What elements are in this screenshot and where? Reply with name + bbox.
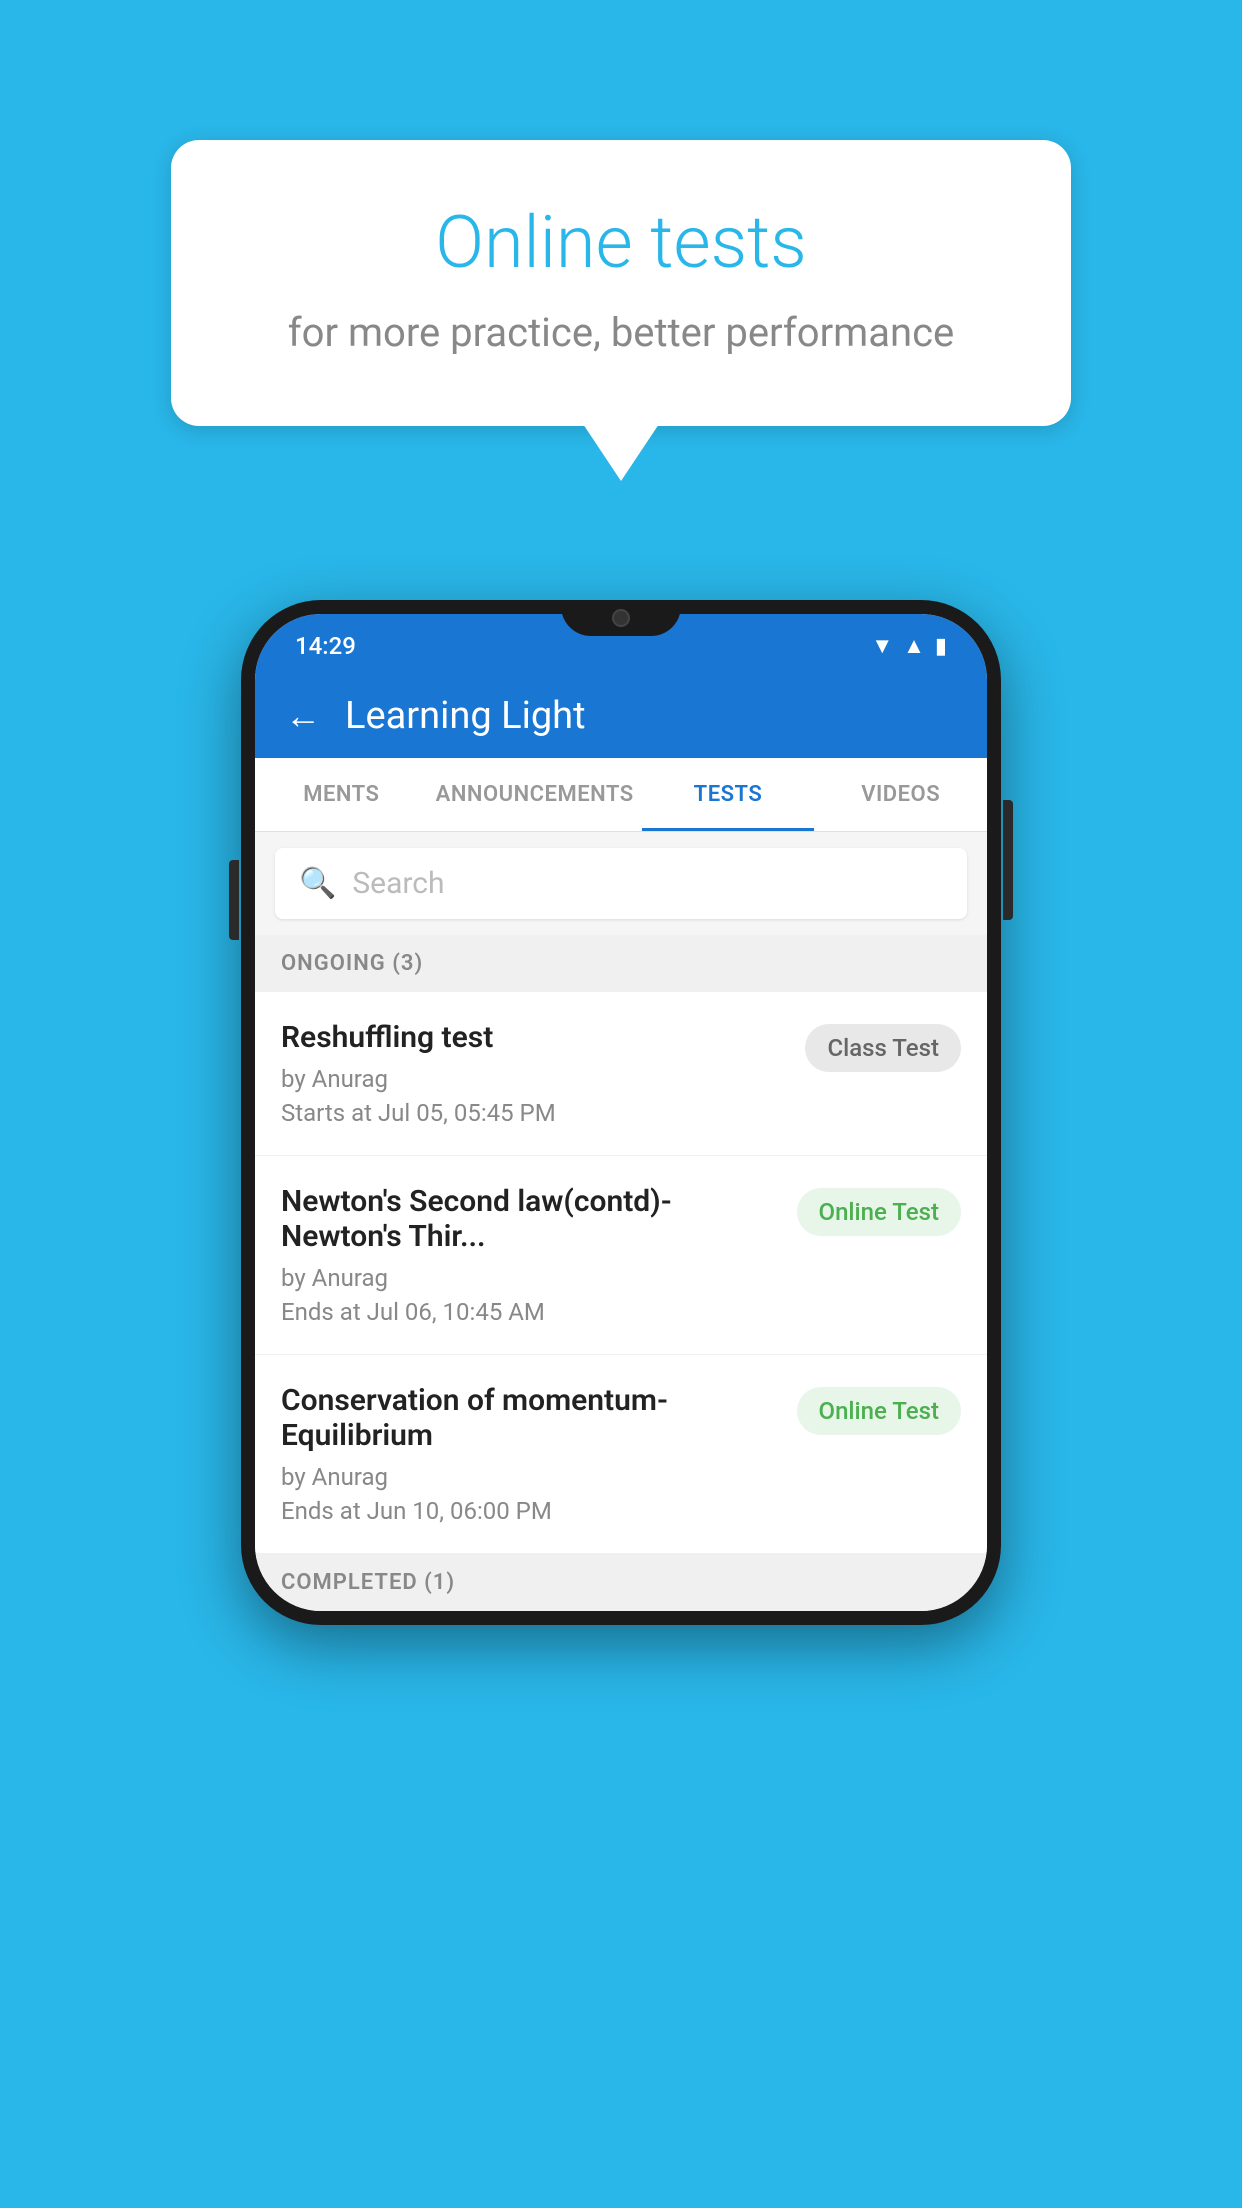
search-container: 🔍 Search	[255, 832, 987, 935]
search-icon: 🔍	[299, 866, 336, 901]
test-author-2: by Anurag	[281, 1264, 777, 1292]
signal-icon: ▲	[903, 633, 925, 659]
status-time: 14:29	[295, 632, 356, 660]
phone-notch	[561, 600, 681, 636]
test-info-2: Newton's Second law(contd)-Newton's Thir…	[281, 1184, 797, 1326]
test-badge-3: Online Test	[797, 1387, 961, 1435]
speech-bubble: Online tests for more practice, better p…	[171, 140, 1071, 426]
completed-section-header: COMPLETED (1)	[255, 1554, 987, 1611]
test-date-2: Ends at Jul 06, 10:45 AM	[281, 1298, 777, 1326]
test-date-3: Ends at Jun 10, 06:00 PM	[281, 1497, 777, 1525]
search-bar[interactable]: 🔍 Search	[275, 848, 967, 919]
test-info-1: Reshuffling test by Anurag Starts at Jul…	[281, 1020, 805, 1127]
search-placeholder: Search	[352, 866, 444, 901]
phone-screen: 14:29 ▼ ▲ ▮ ← Learning Light MENTS ANNOU…	[255, 614, 987, 1611]
test-date-1: Starts at Jul 05, 05:45 PM	[281, 1099, 785, 1127]
test-item-3[interactable]: Conservation of momentum-Equilibrium by …	[255, 1355, 987, 1554]
phone-wrapper: 14:29 ▼ ▲ ▮ ← Learning Light MENTS ANNOU…	[241, 600, 1001, 1625]
ongoing-section-label: ONGOING (3)	[281, 951, 423, 976]
completed-section-label: COMPLETED (1)	[281, 1570, 455, 1595]
phone-frame: 14:29 ▼ ▲ ▮ ← Learning Light MENTS ANNOU…	[241, 600, 1001, 1625]
battery-icon: ▮	[935, 634, 947, 659]
test-name-2: Newton's Second law(contd)-Newton's Thir…	[281, 1184, 777, 1254]
tab-ments[interactable]: MENTS	[255, 758, 428, 831]
tabs-container: MENTS ANNOUNCEMENTS TESTS VIDEOS	[255, 758, 987, 832]
bubble-subtitle: for more practice, better performance	[251, 309, 991, 356]
test-author-3: by Anurag	[281, 1463, 777, 1491]
speech-bubble-wrapper: Online tests for more practice, better p…	[171, 140, 1071, 426]
camera-dot	[612, 609, 630, 627]
test-info-3: Conservation of momentum-Equilibrium by …	[281, 1383, 797, 1525]
test-badge-2: Online Test	[797, 1188, 961, 1236]
test-item-2[interactable]: Newton's Second law(contd)-Newton's Thir…	[255, 1156, 987, 1355]
tab-announcements[interactable]: ANNOUNCEMENTS	[428, 758, 642, 831]
tab-videos[interactable]: VIDEOS	[814, 758, 987, 831]
test-item-1[interactable]: Reshuffling test by Anurag Starts at Jul…	[255, 992, 987, 1156]
app-bar: ← Learning Light	[255, 674, 987, 758]
wifi-icon: ▼	[871, 633, 893, 659]
test-author-1: by Anurag	[281, 1065, 785, 1093]
ongoing-section-header: ONGOING (3)	[255, 935, 987, 992]
back-button[interactable]: ←	[285, 695, 321, 737]
test-name-1: Reshuffling test	[281, 1020, 785, 1055]
bubble-title: Online tests	[251, 200, 991, 285]
test-name-3: Conservation of momentum-Equilibrium	[281, 1383, 777, 1453]
test-badge-1: Class Test	[805, 1024, 961, 1072]
app-title: Learning Light	[345, 694, 586, 738]
status-icons: ▼ ▲ ▮	[871, 633, 947, 659]
tab-tests[interactable]: TESTS	[642, 758, 815, 831]
